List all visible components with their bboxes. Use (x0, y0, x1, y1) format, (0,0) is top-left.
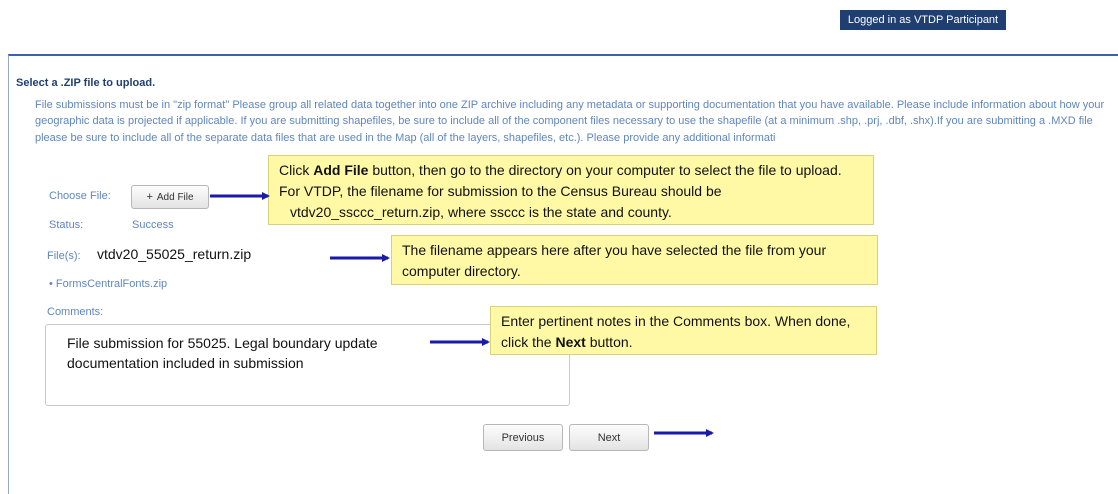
selected-filename: vtdv20_55025_return.zip (97, 246, 252, 262)
files-label: File(s): (47, 250, 81, 262)
uploaded-file-name: FormsCentralFonts.zip (55, 278, 168, 290)
status-value: Success (132, 219, 174, 231)
status-label: Status: (49, 219, 84, 231)
comments-callout: Enter pertinent notes in the Comments bo… (490, 306, 877, 355)
page-title: Select a .ZIP file to upload. (16, 77, 156, 89)
choose-file-label: Choose File: (49, 190, 111, 202)
comments-label: Comments: (47, 306, 104, 318)
comments-value: File submission for 55025. Legal boundar… (67, 335, 378, 371)
add-file-callout-line3: vtdv20_ssccc_return.zip, where ssccc is … (290, 204, 672, 220)
filename-callout: The filename appears here after you have… (391, 235, 878, 285)
login-status-badge: Logged in as VTDP Participant (840, 10, 1006, 30)
top-bar: Logged in as VTDP Participant (0, 0, 1118, 40)
instructions-text: File submissions must be in "zip format"… (35, 99, 1105, 144)
plus-icon: + (146, 191, 153, 203)
next-button[interactable]: Next (569, 424, 649, 451)
add-file-label: Add File (156, 192, 194, 203)
add-file-callout: Click Add File button, then go to the di… (268, 155, 874, 225)
uploaded-file-item[interactable]: • FormsCentralFonts.zip (49, 278, 167, 290)
add-file-callout-text: Click Add File button, then go to the di… (279, 162, 842, 199)
previous-button[interactable]: Previous (483, 424, 563, 451)
add-file-button[interactable]: + Add File (131, 185, 209, 209)
